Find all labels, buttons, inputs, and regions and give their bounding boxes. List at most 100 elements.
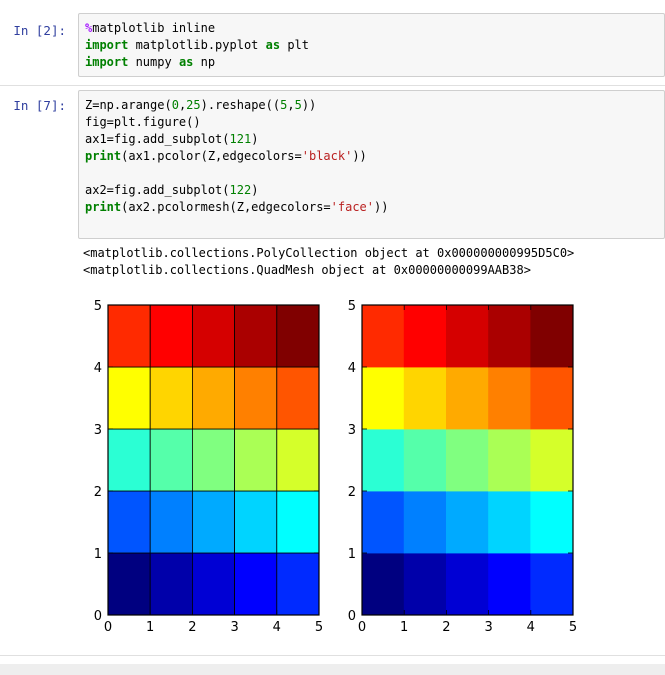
code-line: %matplotlib inline: [85, 20, 309, 37]
heatmap-cell: [530, 552, 574, 616]
y-tick-label: 0: [348, 609, 356, 624]
heatmap-cell: [530, 490, 574, 554]
y-tick-label: 5: [94, 299, 102, 314]
code-token: ax2=fig.add_subplot(: [85, 183, 230, 197]
x-tick-label: 2: [188, 620, 196, 635]
heatmap-cell: [488, 304, 532, 368]
code-line: ax1=fig.add_subplot(121): [85, 131, 388, 148]
code-token: fig=plt.figure(): [85, 115, 201, 129]
heatmap-cell: [107, 552, 151, 616]
heatmap-cell: [234, 304, 278, 368]
x-tick-label: 4: [527, 620, 535, 635]
code-token: np: [193, 55, 216, 69]
heatmap-cell: [234, 366, 278, 430]
y-tick-label: 0: [94, 609, 102, 624]
code-line: import matplotlib.pyplot as plt: [85, 37, 309, 54]
heatmap-cell: [149, 490, 193, 554]
input-prompt: In [2]:: [13, 23, 66, 38]
heatmap-cell: [530, 366, 574, 430]
code-token: ).reshape((: [200, 98, 281, 112]
code-token: 121: [229, 132, 252, 146]
heatmap-cell: [361, 304, 405, 368]
code-token: 5: [294, 98, 302, 112]
code-token: import: [85, 55, 129, 69]
heatmap-cell: [191, 490, 235, 554]
heatmap-cell: [488, 552, 532, 616]
code-token: print: [85, 149, 122, 163]
y-tick-label: 3: [94, 423, 102, 438]
code-token: print: [85, 200, 122, 214]
y-tick-label: 4: [348, 361, 356, 376]
code-token: matplotlib.pyplot: [128, 38, 266, 52]
code-token: plt: [280, 38, 309, 52]
code-token: as: [265, 38, 281, 52]
heatmap-cell: [361, 428, 405, 492]
code-token: ,: [287, 98, 295, 112]
x-tick-label: 0: [104, 620, 112, 635]
code-token: numpy: [128, 55, 179, 69]
code-token: (ax1.pcolor(Z,edgecolors=: [121, 149, 302, 163]
x-tick-label: 4: [273, 620, 281, 635]
y-tick-label: 2: [94, 485, 102, 500]
x-tick-label: 0: [358, 620, 366, 635]
code-token: Z=np.arange(: [85, 98, 172, 112]
code-token: matplotlib inline: [92, 21, 216, 35]
heatmap-cell: [276, 490, 320, 554]
heatmap-cell: [488, 490, 532, 554]
x-tick-label: 3: [484, 620, 492, 635]
heatmap-cell: [191, 366, 235, 430]
code-token: 'face': [330, 200, 374, 214]
code-editor[interactable]: %matplotlib inline import matplotlib.pypl…: [85, 20, 309, 71]
heatmap-cell: [276, 428, 320, 492]
heatmap-cell: [361, 552, 405, 616]
x-tick-label: 5: [569, 620, 577, 635]
heatmap-cell: [403, 304, 447, 368]
y-tick-label: 3: [348, 423, 356, 438]
y-tick-label: 1: [94, 547, 102, 562]
code-editor[interactable]: Z=np.arange(0,25).reshape((5,5)) fig=plt.…: [85, 97, 388, 216]
code-cell-2[interactable]: In [7]: Z=np.arange(0,25).reshape((5,5))…: [0, 90, 665, 239]
heatmap-cell: [276, 366, 320, 430]
heatmap-cell: [530, 428, 574, 492]
code-cell-1[interactable]: In [2]: %matplotlib inline import matplot…: [0, 13, 665, 77]
heatmap-cell: [107, 366, 151, 430]
heatmap-cell: [445, 552, 489, 616]
code-line: Z=np.arange(0,25).reshape((5,5)): [85, 97, 388, 114]
code-line: print(ax2.pcolormesh(Z,edgecolors='face'…: [85, 199, 388, 216]
heatmap-cell: [403, 490, 447, 554]
x-tick-label: 1: [146, 620, 154, 635]
heatmap-cell: [149, 304, 193, 368]
cell-separator: [0, 85, 665, 86]
heatmap-axes-1: 0 1 2 3 4 5 0 1 2 3 4 5: [94, 299, 323, 635]
heatmap-cell: [234, 552, 278, 616]
output-line-2: <matplotlib.collections.QuadMesh object …: [83, 263, 531, 277]
heatmap-cell: [403, 552, 447, 616]
code-token: 25: [186, 98, 201, 112]
heatmap-cell: [149, 428, 193, 492]
input-prompt: In [7]:: [13, 98, 66, 113]
next-cell-edge: [0, 664, 665, 675]
heatmap-cell: [234, 428, 278, 492]
heatmap-cell: [445, 304, 489, 368]
code-line: fig=plt.figure(): [85, 114, 388, 131]
code-input-area[interactable]: Z=np.arange(0,25).reshape((5,5)) fig=plt.…: [78, 90, 665, 239]
y-tick-label: 4: [94, 361, 102, 376]
code-token: import: [85, 38, 129, 52]
matplotlib-figure: 0 1 2 3 4 5 0 1 2 3 4 5 0 1 2 3 4 5 0 1 2 3 4 5: [94, 299, 577, 635]
code-token: ): [251, 183, 259, 197]
heatmap-cell: [149, 552, 193, 616]
heatmap-cell: [276, 552, 320, 616]
heatmap-cell: [191, 304, 235, 368]
code-token: (ax2.pcolormesh(Z,edgecolors=: [121, 200, 331, 214]
y-tick-label: 1: [348, 547, 356, 562]
code-token: 0: [171, 98, 179, 112]
heatmap-cell: [107, 490, 151, 554]
heatmap-cell: [191, 552, 235, 616]
heatmap-cell: [234, 490, 278, 554]
code-token: ): [251, 132, 259, 146]
heatmap-cell: [107, 304, 151, 368]
heatmap-cell: [445, 490, 489, 554]
code-token: as: [178, 55, 194, 69]
code-input-area[interactable]: %matplotlib inline import matplotlib.pypl…: [78, 13, 665, 77]
